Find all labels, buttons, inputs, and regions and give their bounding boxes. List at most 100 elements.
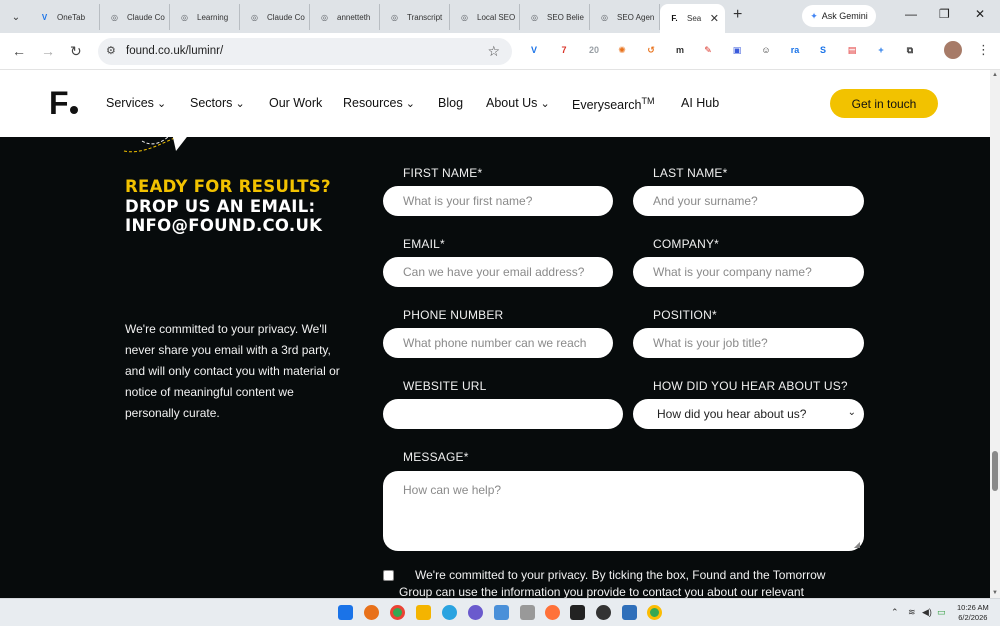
battery-icon[interactable]: ▭ — [937, 607, 946, 618]
website-input[interactable] — [383, 399, 623, 429]
email-label: EMAIL* — [403, 237, 445, 251]
s-ext-icon[interactable]: S — [815, 42, 831, 58]
consent-checkbox[interactable] — [383, 570, 394, 581]
tab-label: SEO Belie — [547, 12, 584, 22]
file-explorer-icon[interactable] — [416, 605, 431, 620]
volume-icon[interactable]: ◀) — [922, 607, 932, 618]
address-bar[interactable]: ⚙ found.co.uk/luminr/ ☆ — [98, 38, 512, 65]
browser-tab[interactable]: ◎ SEO Agen — [590, 4, 660, 30]
app-taskbar-icon[interactable] — [468, 605, 483, 620]
browser-tab[interactable]: ◎ Learning — [170, 4, 240, 30]
media-player-icon[interactable] — [596, 605, 611, 620]
gemini-sparkle-icon: ✦ — [810, 10, 818, 21]
browser-tab[interactable]: F. Sea ✕ — [660, 4, 725, 33]
minimize-icon[interactable]: — — [905, 7, 917, 21]
ask-gemini-button[interactable]: ✦ Ask Gemini — [802, 5, 876, 27]
nav-everysearch[interactable]: EverysearchTM — [572, 96, 654, 112]
phone-input[interactable]: What phone number can we reach — [383, 328, 613, 358]
tab-search-icon[interactable]: ⌄ — [6, 7, 26, 27]
contact-section: READY FOR RESULTS? DROP US AN EMAIL: INF… — [0, 137, 990, 598]
red-ext-icon[interactable]: ▤ — [844, 42, 860, 58]
badge-7-icon[interactable]: 7 — [556, 42, 572, 58]
profile-avatar[interactable] — [944, 41, 962, 59]
first-name-input[interactable]: What is your first name? — [383, 186, 613, 216]
sparkle-icon[interactable]: ✺ — [614, 42, 630, 58]
tab-favicon-icon: F. — [671, 14, 678, 23]
square-ext-icon[interactable]: ▣ — [729, 42, 745, 58]
nav-ai-hub[interactable]: AI Hub — [681, 96, 719, 110]
wifi-icon[interactable]: ≋ — [908, 607, 916, 618]
company-input[interactable]: What is your company name? — [633, 257, 864, 287]
chrome-alt-taskbar-icon[interactable] — [647, 605, 662, 620]
url-text[interactable]: found.co.uk/luminr/ — [126, 45, 223, 57]
tab-label: Learning — [197, 12, 229, 22]
nav-resources[interactable]: Resources ⌄ — [343, 96, 415, 110]
puzzle-icon[interactable]: ⧉ — [902, 42, 918, 58]
browser-tab[interactable]: ◎ SEO Belie — [520, 4, 590, 30]
nav-sectors[interactable]: Sectors ⌄ — [190, 96, 245, 110]
browser-tab[interactable]: ◎ Claude Co — [240, 4, 310, 30]
position-input[interactable]: What is your job title? — [633, 328, 864, 358]
tab-label: Sea — [687, 14, 702, 23]
forward-icon[interactable]: → — [41, 43, 55, 59]
tab-favicon-icon: ◎ — [461, 12, 468, 22]
tab-favicon-icon: ◎ — [321, 12, 328, 22]
last-name-input[interactable]: And your surname? — [633, 186, 864, 216]
scroll-up-icon[interactable]: ▲ — [992, 72, 998, 78]
start-icon[interactable] — [338, 605, 353, 620]
resize-grip-icon[interactable]: ◢ — [854, 540, 860, 549]
site-info-icon[interactable]: ⚙ — [106, 44, 116, 57]
smile-ext-icon[interactable]: ☺ — [758, 42, 774, 58]
ra-ext-icon[interactable]: ra — [787, 42, 803, 58]
bookmark-star-icon[interactable]: ☆ — [487, 43, 500, 60]
chevron-down-icon: ⌄ — [153, 98, 167, 110]
tab-label: annetteth — [337, 12, 371, 22]
scroll-down-icon[interactable]: ▼ — [992, 590, 998, 596]
nav-blog[interactable]: Blog — [438, 96, 463, 110]
plus-ext-icon[interactable]: + — [873, 42, 889, 58]
pen-ext-icon[interactable]: ✎ — [700, 42, 716, 58]
browser-tab[interactable]: ◎ Claude Co — [100, 4, 170, 30]
close-tab-icon[interactable]: ✕ — [710, 12, 719, 25]
site-header: F Services ⌄ Sectors ⌄ Our Work Resources ⌄… — [0, 70, 990, 137]
snipping-tool-icon[interactable] — [622, 605, 637, 620]
back-icon[interactable]: ← — [12, 43, 26, 59]
firefox-icon[interactable] — [545, 605, 560, 620]
restore-icon[interactable]: ❐ — [939, 7, 950, 21]
vimeo-icon[interactable]: V — [526, 42, 542, 58]
website-label: WEBSITE URL — [403, 379, 487, 393]
browser-tab[interactable]: V OneTab — [30, 4, 100, 30]
tool-taskbar-icon[interactable] — [520, 605, 535, 620]
claude-taskbar-icon[interactable] — [364, 605, 379, 620]
arrow-ext-icon[interactable]: ↺ — [643, 42, 659, 58]
page-scrollbar[interactable]: ▲ ▼ — [990, 70, 1000, 598]
heard-about-label: HOW DID YOU HEAR ABOUT US? — [653, 379, 848, 393]
chrome-taskbar-icon[interactable] — [390, 605, 405, 620]
email-input[interactable]: Can we have your email address? — [383, 257, 613, 287]
browser-tab[interactable]: ◎ Transcript — [380, 4, 450, 30]
browser-tab[interactable]: ◎ Local SEO — [450, 4, 520, 30]
nav-our-work[interactable]: Our Work — [269, 96, 322, 110]
m-ext-icon[interactable]: m — [672, 42, 688, 58]
terminal-icon[interactable] — [570, 605, 585, 620]
scrollbar-thumb[interactable] — [992, 451, 998, 491]
nav-services[interactable]: Services ⌄ — [106, 96, 166, 110]
close-window-icon[interactable]: ✕ — [975, 7, 985, 21]
browser-menu-icon[interactable]: ⋮ — [977, 42, 990, 58]
get-in-touch-button[interactable]: Get in touch — [830, 89, 938, 118]
browser-tab[interactable]: ◎ annetteth — [310, 4, 380, 30]
trademark-sup: TM — [641, 96, 655, 106]
chevron-down-icon: ⌄ — [232, 98, 245, 110]
found-logo[interactable]: F — [49, 87, 78, 119]
house-20-icon[interactable]: 20 — [586, 42, 602, 58]
heard-about-select[interactable]: How did you hear about us? ⌄ — [633, 399, 864, 429]
notepad-icon[interactable] — [494, 605, 509, 620]
nav-about-us[interactable]: About Us ⌄ — [486, 96, 550, 110]
new-tab-icon[interactable]: + — [733, 6, 742, 24]
reload-icon[interactable]: ↻ — [70, 43, 82, 60]
tab-label: Local SEO — [477, 12, 516, 22]
clock[interactable]: 10:26 AM 6/2/2026 — [957, 603, 989, 623]
telegram-icon[interactable] — [442, 605, 457, 620]
tray-chevron-icon[interactable]: ⌃ — [891, 607, 899, 618]
message-textarea[interactable]: How can we help? ◢ — [383, 471, 864, 551]
